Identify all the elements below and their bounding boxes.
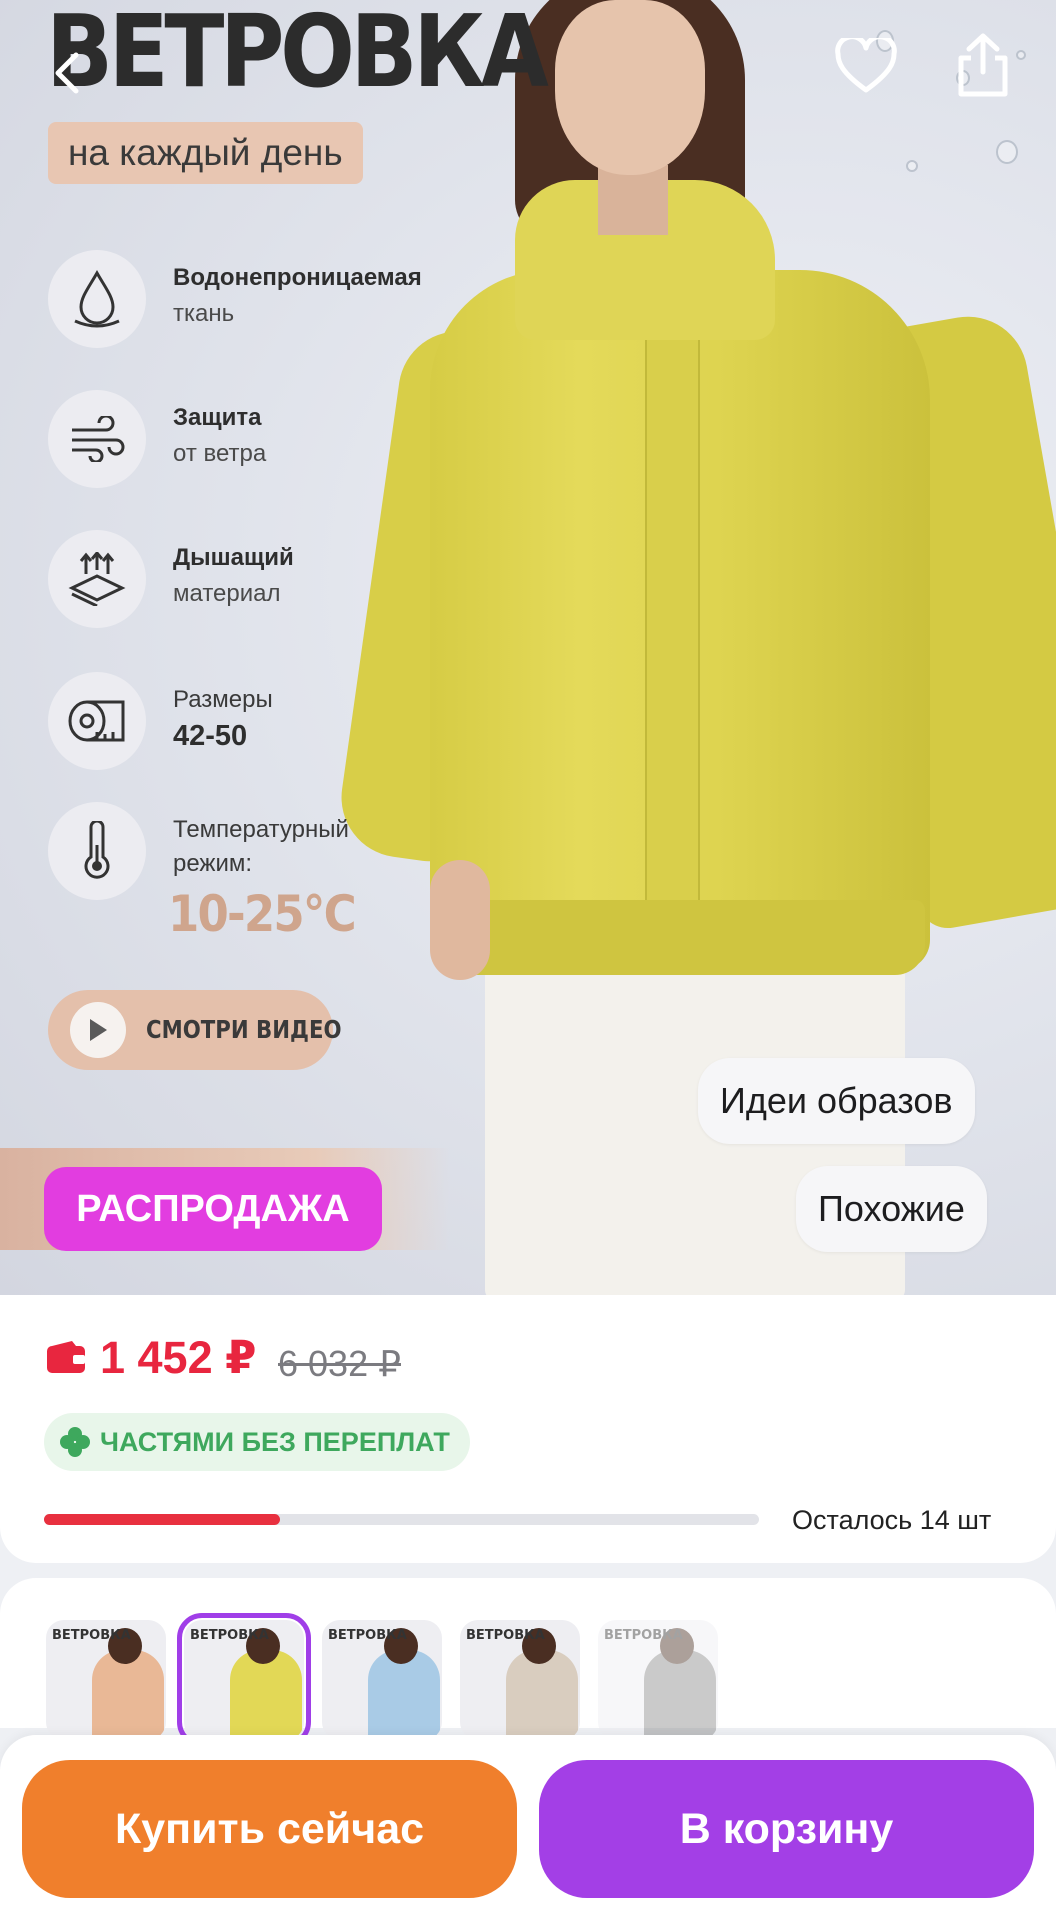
feature-subtitle: режим:	[173, 850, 253, 877]
feature-title: Дышащий	[173, 544, 294, 571]
thumbnail-title: ВЕТРОВКА	[466, 1628, 545, 1643]
feature-title: Размеры	[173, 686, 273, 713]
price-card: 1 452 ₽ 6 032 ₽ ЧАСТЯМИ БЕЗ ПЕРЕПЛАТ Ост…	[0, 1295, 1056, 1563]
thumbnail-title: ВЕТРОВКА	[52, 1628, 131, 1643]
watch-video-button[interactable]: СМОТРИ ВИДЕО	[48, 990, 342, 1070]
breathable-layers-icon	[48, 530, 146, 628]
feature-waterproof: Водонепроницаемая ткань	[48, 250, 468, 360]
feature-subtitle: материал	[173, 580, 281, 607]
feature-title: Температурный	[173, 816, 349, 843]
stock-progress-bar	[44, 1514, 759, 1525]
feature-subtitle: от ветра	[173, 440, 267, 467]
water-drop-icon	[48, 250, 146, 348]
thumbnail-title: ВЕТРОВКА	[604, 1628, 683, 1643]
feature-title: Защита	[173, 404, 262, 431]
sale-badge: РАСПРОДАЖА	[44, 1167, 382, 1251]
feature-sizes: Размеры 42-50	[48, 672, 468, 782]
product-image-gallery[interactable]: ВЕТРОВКА на каждый день Водонепроницаема…	[0, 0, 1056, 1295]
watch-video-label: СМОТРИ ВИДЕО	[146, 1015, 342, 1044]
feature-sizes-value: 42-50	[173, 720, 248, 752]
buy-now-button[interactable]: Купить сейчас	[22, 1760, 517, 1898]
similar-chip[interactable]: Похожие	[796, 1166, 987, 1252]
heart-icon	[835, 34, 897, 93]
color-variant-thumbnail[interactable]: ВЕТРОВКА	[322, 1620, 442, 1740]
color-variant-thumbnail[interactable]: ВЕТРОВКА	[46, 1620, 166, 1740]
measuring-tape-icon	[48, 672, 146, 770]
current-price: 1 452 ₽	[100, 1332, 257, 1383]
share-icon	[958, 33, 1008, 97]
wind-icon	[48, 390, 146, 488]
clover-icon	[60, 1427, 90, 1457]
feature-title: Водонепроницаемая	[173, 264, 422, 291]
color-variant-list: ВЕТРОВКА ВЕТРОВКА ВЕТРОВКА ВЕТРОВКА ВЕТРОВКА	[0, 1578, 1056, 1747]
favorite-button[interactable]	[835, 34, 897, 100]
back-button[interactable]	[40, 46, 94, 100]
chevron-left-icon	[55, 52, 79, 94]
stock-remaining: Осталось 14 шт	[792, 1505, 992, 1535]
banner-subtitle: на каждый день	[48, 122, 363, 184]
stock-progress-fill	[44, 1514, 280, 1525]
thumbnail-title: ВЕТРОВКА	[328, 1628, 407, 1643]
feature-wind: Защита от ветра	[48, 390, 468, 500]
add-to-cart-button[interactable]: В корзину	[539, 1760, 1034, 1898]
installments-label: ЧАСТЯМИ БЕЗ ПЕРЕПЛАТ	[100, 1426, 450, 1457]
thermometer-icon	[48, 802, 146, 900]
installments-badge[interactable]: ЧАСТЯМИ БЕЗ ПЕРЕПЛАТ	[44, 1413, 470, 1471]
color-variant-thumbnail[interactable]: ВЕТРОВКА	[460, 1620, 580, 1740]
outfit-ideas-chip[interactable]: Идеи образов	[698, 1058, 975, 1144]
bottom-action-bar: Купить сейчас В корзину	[0, 1735, 1056, 1920]
color-variant-thumbnail[interactable]: ВЕТРОВКА	[177, 1613, 311, 1747]
thumbnail-title: ВЕТРОВКА	[190, 1628, 269, 1643]
share-button[interactable]	[955, 32, 1017, 100]
feature-subtitle: ткань	[173, 300, 235, 327]
play-icon	[70, 1002, 126, 1058]
temperature-range: 10-25°C	[168, 885, 357, 943]
wallet-icon	[47, 1341, 85, 1373]
feature-breathable: Дышащий материал	[48, 530, 468, 640]
color-variant-thumbnail[interactable]: ВЕТРОВКА	[598, 1620, 718, 1740]
old-price: 6 032 ₽	[278, 1343, 401, 1384]
banner-title: ВЕТРОВКА	[46, 0, 549, 110]
